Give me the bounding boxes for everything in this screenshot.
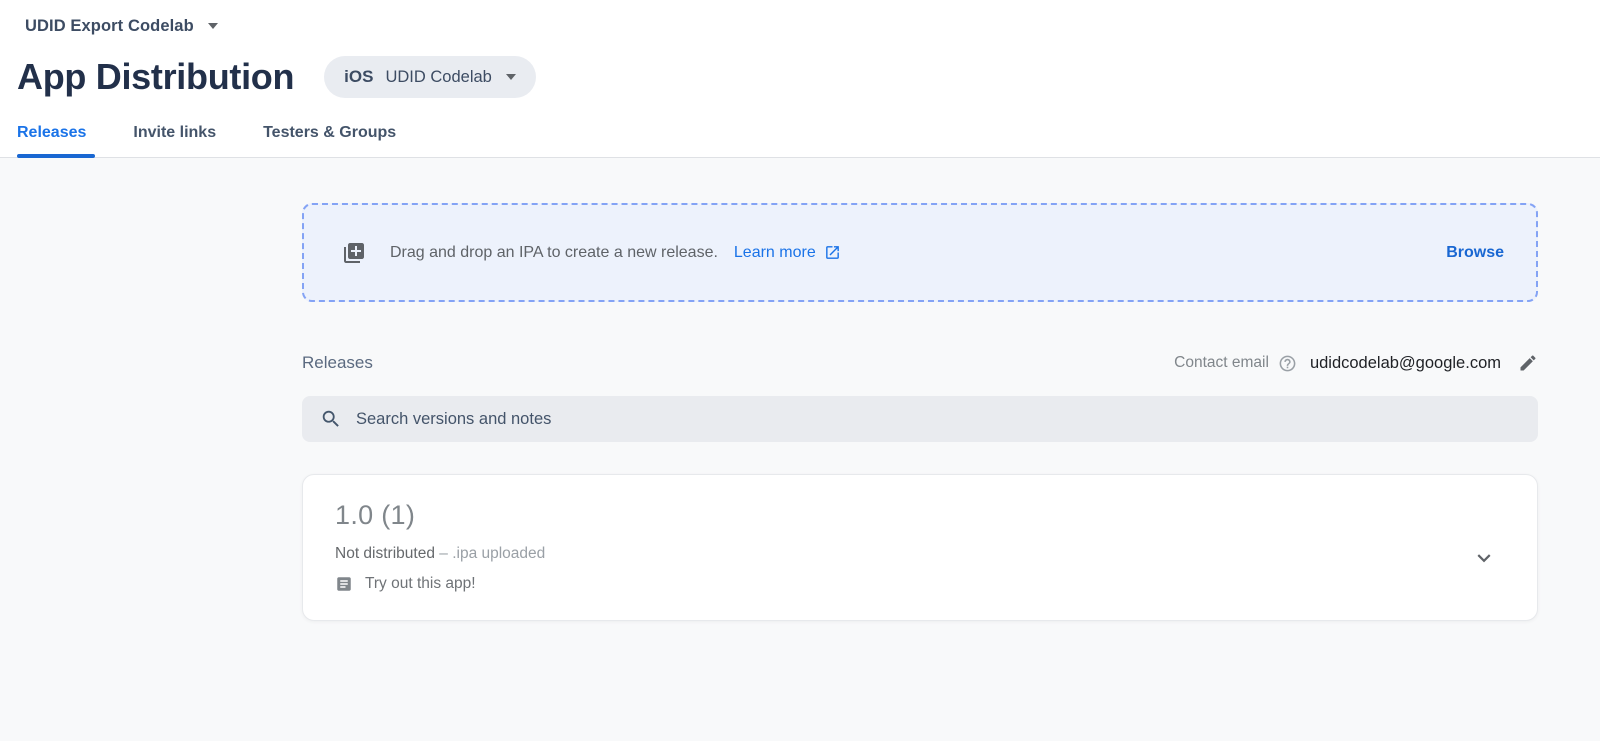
- contact-email-value: udidcodelab@google.com: [1310, 354, 1501, 373]
- release-notes-text: Try out this app!: [365, 575, 476, 593]
- edit-pencil-icon[interactable]: [1518, 353, 1538, 373]
- ipa-dropzone[interactable]: Drag and drop an IPA to create a new rel…: [302, 203, 1538, 302]
- contact-email-label: Contact email: [1174, 354, 1269, 372]
- page-title: App Distribution: [17, 56, 294, 98]
- page-header: UDID Export Codelab App Distribution iOS…: [0, 0, 1600, 158]
- releases-section-heading: Releases: [302, 353, 373, 373]
- tab-invite-links[interactable]: Invite links: [133, 124, 219, 157]
- chevron-down-icon[interactable]: [208, 23, 218, 29]
- search-input[interactable]: [356, 396, 1520, 442]
- open-in-new-icon: [824, 244, 841, 261]
- release-notes-line: Try out this app!: [335, 575, 1505, 593]
- expand-release-chevron-icon[interactable]: [1471, 545, 1497, 571]
- contact-email-row: Contact email udidcodelab@google.com: [1174, 353, 1538, 373]
- tab-testers-groups[interactable]: Testers & Groups: [263, 124, 399, 157]
- dropzone-message: Drag and drop an IPA to create a new rel…: [390, 244, 718, 262]
- learn-more-label: Learn more: [734, 244, 816, 262]
- ios-platform-icon: iOS: [344, 67, 373, 87]
- release-status-detail: – .ipa uploaded: [439, 545, 545, 562]
- learn-more-link[interactable]: Learn more: [734, 244, 841, 262]
- browse-button[interactable]: Browse: [1440, 236, 1510, 270]
- release-version: 1.0 (1): [335, 500, 1505, 531]
- main-content: Drag and drop an IPA to create a new rel…: [0, 158, 1600, 741]
- tab-releases[interactable]: Releases: [17, 124, 89, 157]
- library-add-icon: [342, 241, 366, 265]
- app-name-label: UDID Codelab: [385, 68, 491, 87]
- search-bar[interactable]: [302, 396, 1538, 442]
- tab-bar: Releases Invite links Testers & Groups: [0, 124, 1600, 158]
- app-selector-chip[interactable]: iOS UDID Codelab: [324, 56, 536, 98]
- notes-icon: [335, 575, 353, 593]
- release-status: Not distributed: [335, 545, 435, 562]
- search-icon: [320, 408, 342, 430]
- release-status-line: Not distributed – .ipa uploaded: [335, 545, 1505, 563]
- project-selector[interactable]: UDID Export Codelab: [25, 17, 194, 36]
- help-icon[interactable]: [1278, 354, 1297, 373]
- chevron-down-icon: [506, 74, 516, 80]
- release-card[interactable]: 1.0 (1) Not distributed – .ipa uploaded …: [302, 474, 1538, 621]
